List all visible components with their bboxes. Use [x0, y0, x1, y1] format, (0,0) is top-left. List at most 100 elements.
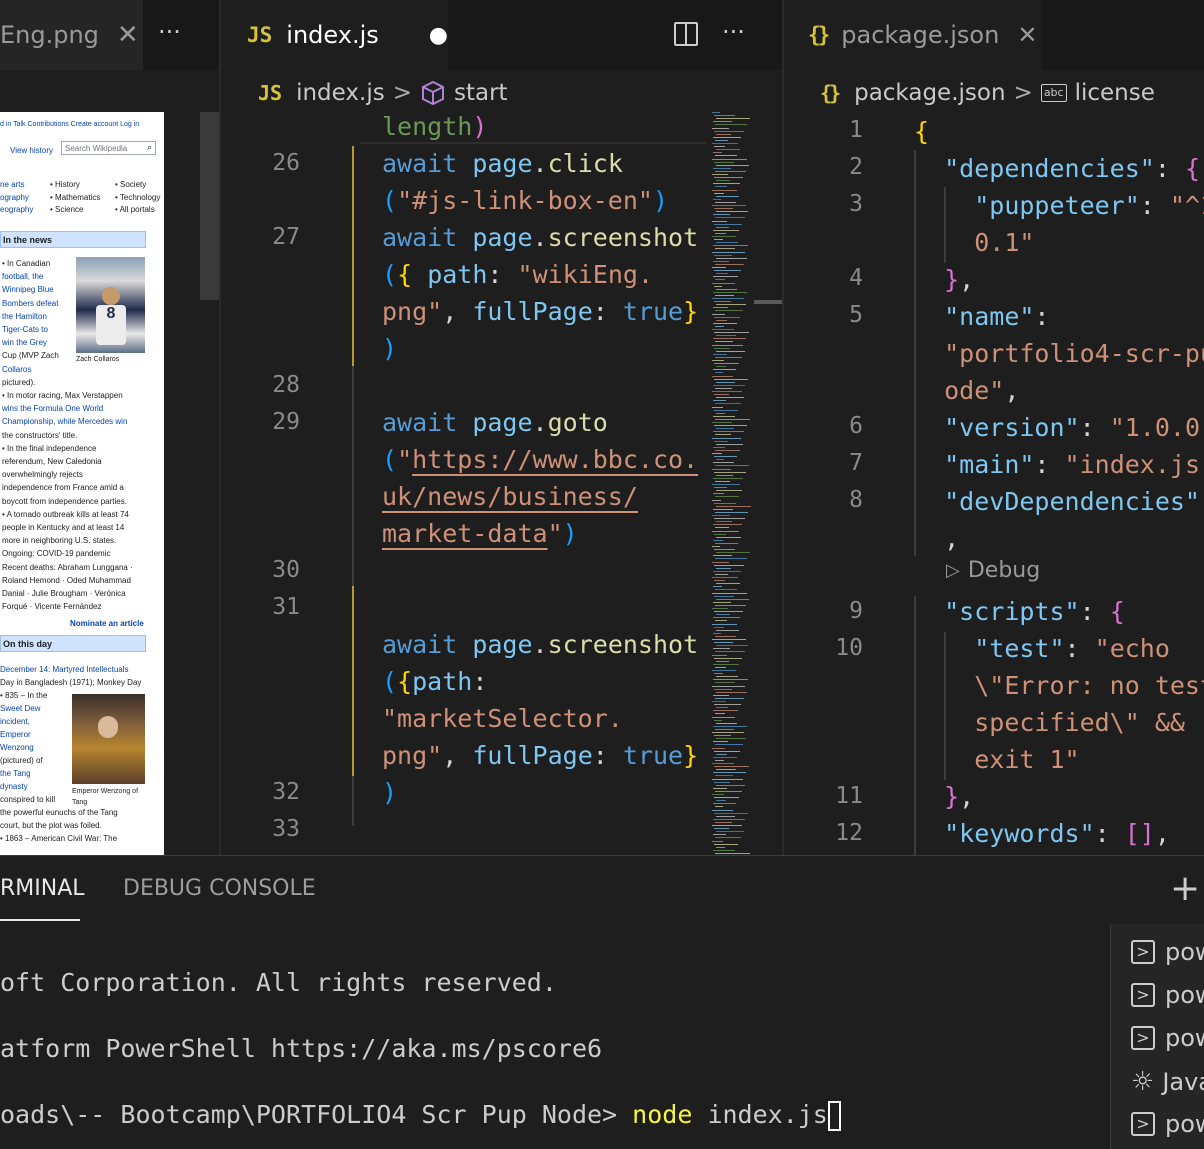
minimap-line	[714, 378, 748, 380]
line-number: 27	[272, 224, 300, 250]
minimap-line	[715, 744, 743, 746]
minimap-line	[712, 158, 747, 160]
left-pane-scrollbar[interactable]	[200, 112, 220, 300]
minimap-line	[716, 428, 734, 430]
minimap-line	[715, 790, 742, 792]
tab-terminal[interactable]: RMINAL	[0, 876, 85, 901]
minimap-line	[716, 753, 727, 755]
wiki-text-line: Danial · Julie Brougham · Verónica	[2, 589, 126, 598]
minimap-line	[714, 843, 738, 845]
debug-codelens[interactable]: ▷ Debug	[946, 558, 1040, 583]
minimap-line	[713, 462, 734, 464]
wiki-text-line: Emperor	[0, 730, 31, 739]
minimap-line	[713, 617, 740, 619]
minimap-line	[712, 716, 735, 718]
tab-wikieng-png[interactable]: Eng.png ✕	[0, 0, 143, 70]
minimap-line	[716, 350, 745, 352]
minimap-line	[715, 697, 744, 699]
minimap[interactable]	[712, 112, 754, 855]
minimap-line	[714, 580, 725, 582]
minimap-line	[712, 685, 745, 687]
terminal-list-item[interactable]: > pow	[1131, 1110, 1204, 1138]
wiki-text-line: Collaros	[2, 364, 32, 374]
minimap-line	[716, 211, 748, 213]
minimap-line	[716, 149, 740, 151]
minimap-line	[713, 524, 742, 526]
cube-icon	[421, 80, 444, 106]
breadcrumb-symbol[interactable]: start	[454, 80, 508, 106]
unsaved-dot-icon[interactable]: ●	[429, 23, 448, 48]
line-number: 32	[272, 779, 300, 805]
minimap-line	[713, 679, 748, 681]
more-actions-icon[interactable]: ···	[722, 18, 745, 46]
minimap-line	[714, 130, 744, 132]
split-editor-icon[interactable]	[674, 22, 698, 46]
breadcrumb-file[interactable]: index.js	[296, 80, 385, 106]
line-number: 33	[272, 816, 300, 842]
tab-package-json[interactable]: {} package.json ✕	[784, 0, 1042, 70]
tab-debug-console[interactable]: DEBUG CONSOLE	[123, 876, 316, 901]
minimap-line	[712, 654, 727, 656]
minimap-line	[714, 704, 741, 706]
minimap-line	[716, 459, 724, 461]
close-icon[interactable]: ✕	[117, 20, 139, 50]
wiki-text-line: • In Canadian	[2, 259, 51, 268]
minimap-line	[712, 530, 739, 532]
minimap-line	[713, 400, 726, 402]
wiki-text-line: • Science	[50, 205, 84, 214]
tab-index-js[interactable]: JS index.js ●	[221, 0, 448, 70]
terminal-prompt-line[interactable]: oads\-- Bootcamp\PORTFOLIO4 Scr Pup Node…	[0, 1100, 841, 1131]
terminal-line-pscore: atform PowerShell https://aka.ms/pscore6	[0, 1034, 603, 1063]
minimap-line	[715, 170, 746, 172]
terminal-list-label: Java	[1162, 1068, 1204, 1096]
minimap-line	[714, 394, 729, 396]
minimap-line	[714, 750, 740, 752]
minimap-line	[714, 797, 739, 799]
scrollbar-thumb[interactable]	[754, 300, 782, 304]
photo-figure-head	[102, 287, 120, 305]
minimap-line	[715, 837, 741, 839]
more-actions-icon[interactable]: ···	[158, 18, 181, 46]
minimap-line	[716, 552, 750, 554]
minimap-line	[715, 263, 744, 265]
terminal-list-item[interactable]: > pow	[1131, 1024, 1204, 1052]
breadcrumb-file[interactable]: package.json	[854, 80, 1005, 106]
terminal-list-item[interactable]: > pow	[1131, 938, 1204, 966]
minimap-line	[713, 446, 725, 448]
minimap-line	[712, 391, 742, 392]
line-number: 8	[849, 487, 863, 513]
minimap-line	[715, 217, 745, 219]
minimap-line	[713, 632, 721, 634]
minimap-line	[714, 223, 742, 225]
minimap-line	[712, 608, 728, 609]
minimap-line	[716, 583, 740, 585]
minimap-line	[713, 322, 737, 324]
wiki-text-line: the Hamilton	[2, 311, 47, 321]
close-icon[interactable]: ✕	[1017, 21, 1037, 49]
left-tab-bar: Eng.png ✕ ···	[0, 0, 219, 70]
json-editor-lower[interactable]: "scripts": { "test": "echo \"Error: no t…	[914, 593, 1204, 852]
minimap-line	[714, 549, 735, 551]
terminal-list-item[interactable]: ☼Java	[1131, 1067, 1204, 1097]
new-terminal-icon[interactable]: +	[1170, 868, 1200, 909]
json-editor[interactable]: { "dependencies": { "puppeteer": "^1 0.1…	[914, 113, 1204, 557]
minimap-line	[712, 546, 720, 547]
minimap-line	[712, 732, 744, 733]
minimap-line	[716, 505, 751, 507]
minimap-line	[712, 344, 743, 346]
minimap-line	[714, 781, 730, 783]
play-icon: ▷	[946, 560, 960, 581]
minimap-line	[714, 719, 722, 721]
minimap-line	[714, 363, 739, 365]
minimap-line	[716, 676, 738, 678]
line-number: 9	[849, 598, 863, 624]
minimap-line	[715, 387, 732, 389]
wiki-view-history: View history	[10, 146, 53, 155]
breadcrumb-symbol[interactable]: license	[1075, 80, 1155, 106]
terminal-list-item[interactable]: > pow	[1131, 981, 1204, 1009]
minimap-line	[715, 620, 727, 622]
minimap-line	[713, 772, 746, 774]
minimap-line	[712, 329, 734, 330]
code-editor[interactable]: length) await page.click ("#js-link-box-…	[382, 108, 698, 922]
wiki-text-line: • In motor racing, Max Verstappen	[2, 391, 123, 400]
